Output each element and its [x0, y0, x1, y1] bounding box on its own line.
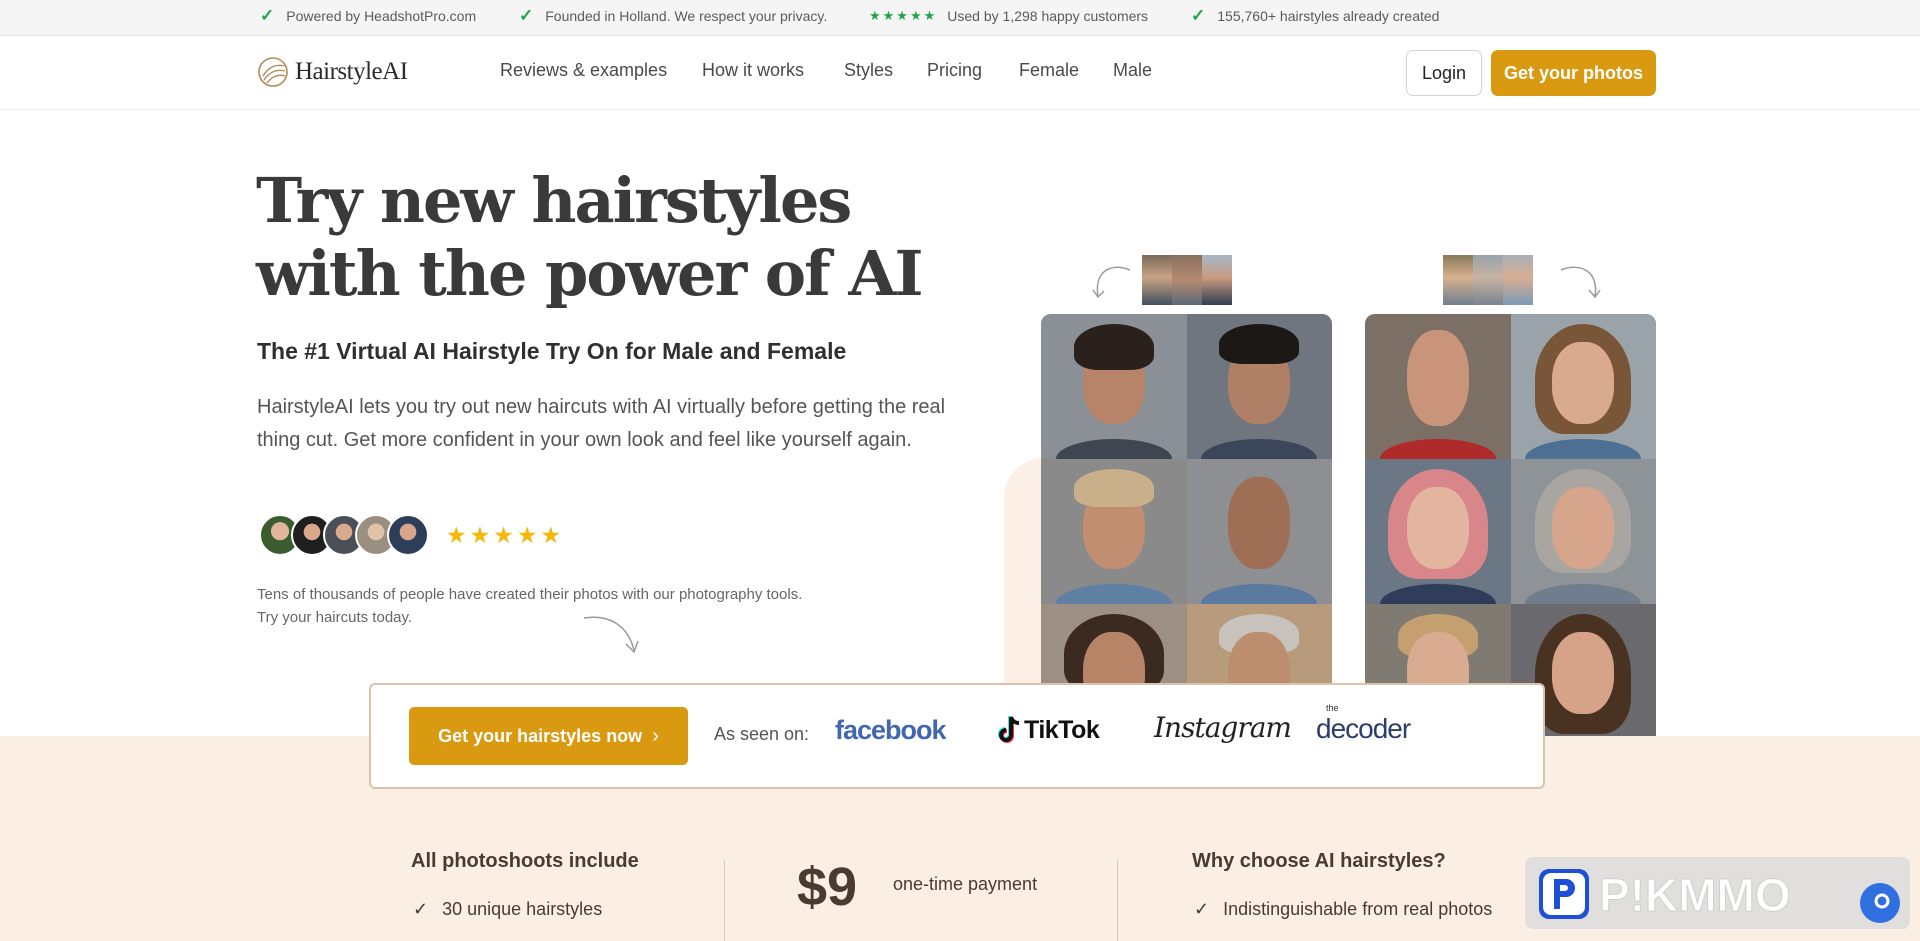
topbar-item-created: ✓ 155,760+ hairstyles already created [1191, 0, 1439, 32]
avatar [387, 514, 429, 556]
female-hairstyles-grid [1365, 314, 1656, 736]
hairstyle-photo [1041, 314, 1187, 459]
as-seen-on-strip: Get your hairstyles now › As seen on: fa… [369, 683, 1545, 789]
tiktok-text: TikTok [1024, 715, 1100, 744]
topbar-item-customers: ★★★★★ Used by 1,298 happy customers [869, 0, 1148, 32]
female-source-thumbnails [1443, 255, 1533, 305]
check-icon: ✓ [413, 899, 429, 919]
get-photos-button[interactable]: Get your photos [1491, 50, 1656, 96]
hairstyle-photo [1041, 459, 1187, 604]
hero-subtitle: The #1 Virtual AI Hairstyle Try On for M… [257, 338, 847, 364]
topbar-text: 155,760+ hairstyles already created [1217, 8, 1440, 24]
the-decoder-text: decoder [1316, 713, 1411, 744]
check-icon: ✓ [1194, 899, 1210, 919]
nav-link-female[interactable]: Female [1019, 60, 1079, 81]
get-hairstyles-button[interactable]: Get your hairstyles now › [409, 707, 688, 765]
topbar-item-founded: ✓ Founded in Holland. We respect your pr… [519, 0, 827, 32]
watermark-logo: P!KMMO [1539, 869, 1900, 923]
watermark-overlay: P!KMMO [1525, 857, 1910, 929]
hairstyle-photo [1186, 459, 1332, 604]
feature-item: ✓ 30 unique hairstyles [413, 899, 602, 920]
the-decoder-small-text: the [1326, 703, 1339, 713]
divider [1117, 860, 1118, 941]
tiktok-logo: TikTok [996, 715, 1100, 745]
login-button[interactable]: Login [1406, 50, 1482, 96]
feature-text: 30 unique hairstyles [442, 899, 603, 919]
hero-description: HairstyleAI lets you try out new haircut… [257, 396, 946, 451]
logo-icon [258, 57, 288, 87]
hero-star-rating: ★★★★★ [446, 522, 565, 548]
thumbnail-photo [1503, 255, 1533, 305]
photoshoots-heading: All photoshoots include [411, 850, 639, 872]
topbar-text: Used by 1,298 happy customers [947, 8, 1149, 24]
tiktok-icon [998, 716, 1020, 743]
curved-arrow-icon [1092, 266, 1131, 299]
curved-arrow-icon [1560, 266, 1601, 299]
topbar-text: Founded in Holland. We respect your priv… [545, 8, 828, 24]
topbar-item-powered: ✓ Powered by HeadshotPro.com [260, 0, 476, 32]
nav-link-male[interactable]: Male [1113, 60, 1152, 81]
cta-label: Get your hairstyles now [438, 725, 643, 746]
curved-arrow-icon [583, 616, 639, 654]
hero-title-line2: with the power of AI [256, 237, 923, 310]
chevron-right-icon: › [652, 724, 659, 747]
price: $9 [797, 857, 858, 917]
hairstyle-photo [1365, 314, 1511, 459]
thumbnail-photo [1443, 255, 1473, 305]
feature-text: Indistinguishable from real photos [1223, 899, 1493, 919]
nav-link-pricing[interactable]: Pricing [927, 60, 982, 81]
feature-item: ✓ Indistinguishable from real photos [1194, 899, 1492, 920]
hairstyle-photo [1186, 314, 1332, 459]
thumbnail-photo [1172, 255, 1202, 305]
as-seen-on-label: As seen on: [714, 724, 810, 744]
logo-text: HairstyleAI [295, 58, 408, 85]
logo[interactable]: HairstyleAI [257, 53, 408, 91]
male-hairstyles-grid [1041, 314, 1332, 736]
thumbnail-photo [1142, 255, 1172, 305]
social-proof-text: Tens of thousands of people have created… [257, 586, 803, 626]
facebook-logo: facebook [835, 715, 947, 745]
topbar-text: Powered by HeadshotPro.com [286, 8, 477, 24]
customer-avatars [259, 514, 429, 556]
male-source-thumbnails [1142, 255, 1232, 305]
nav-link-reviews[interactable]: Reviews & examples [500, 60, 667, 81]
hero-title-line1: Try new hairstyles [256, 164, 852, 237]
hairstyle-photo [1365, 459, 1511, 604]
check-icon: ✓ [1191, 6, 1206, 25]
why-choose-heading: Why choose AI hairstyles? [1192, 850, 1446, 872]
hairstyle-photo [1510, 314, 1656, 459]
hairstyle-photo [1510, 459, 1656, 604]
thumbnail-photo [1202, 255, 1232, 305]
nav-link-how-it-works[interactable]: How it works [702, 60, 804, 81]
top-info-bar: ✓ Powered by HeadshotPro.com ✓ Founded i… [0, 0, 1920, 36]
check-icon: ✓ [519, 6, 534, 25]
star-rating-icon: ★★★★★ [869, 8, 938, 23]
main-navigation: HairstyleAI Reviews & examples How it wo… [0, 36, 1920, 110]
thumbnail-photo [1473, 255, 1503, 305]
price-note: one-time payment [893, 874, 1038, 894]
check-icon: ✓ [260, 6, 275, 25]
nav-link-styles[interactable]: Styles [844, 60, 893, 81]
hero-title: Try new hairstyles with the power of AI [256, 164, 956, 310]
svg-text:P!KMMO: P!KMMO [1599, 869, 1791, 921]
instagram-logo: Instagram [1154, 711, 1292, 744]
divider [724, 860, 725, 941]
